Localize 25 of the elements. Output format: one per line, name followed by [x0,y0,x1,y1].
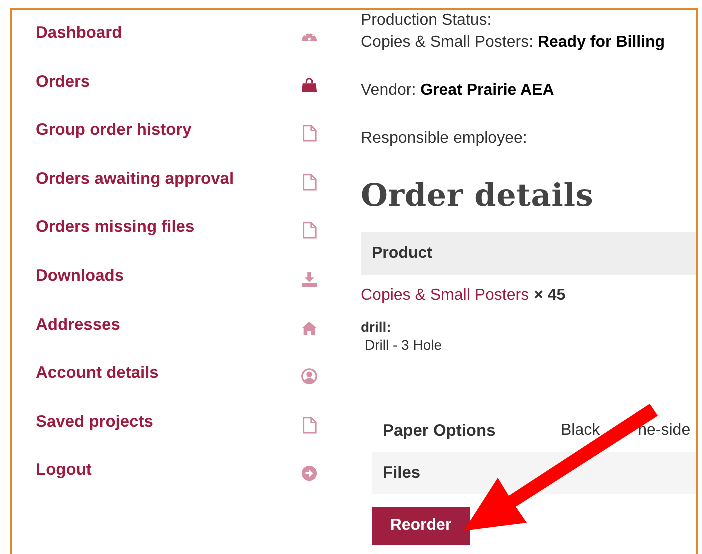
table-cell-text: Files [383,464,422,482]
table-cell: ne-side [638,422,691,440]
meta-label: drill: [361,319,392,335]
reorder-button[interactable]: Reorder [372,507,470,545]
status-label: Production Status: [361,11,493,31]
quantity-text: × 45 [534,287,566,304]
sidebar-item[interactable]: Orders missing files [36,216,318,265]
table-cell: Black [561,422,600,440]
status-text: Copies & Small Posters: Ready for Billing [361,33,666,53]
sidebar-item[interactable]: Group order history [36,119,318,168]
table-header: Product [361,232,696,275]
table-cell-text: Paper Options [383,422,497,440]
sidebar-item[interactable]: Orders [36,70,318,120]
employee-label: Responsible employee: [361,129,528,149]
section-heading: Order details [361,178,595,214]
sidebar-item[interactable]: Orders awaiting approval [36,168,318,216]
sidebar-item[interactable]: Dashboard [36,22,318,71]
sidebar-item[interactable]: Addresses [36,314,318,362]
meta-value: Drill - 3 Hole [365,337,444,353]
sidebar-item[interactable]: Saved projects [36,410,318,460]
sidebar-item[interactable]: Downloads [36,264,318,314]
sidebar-item[interactable]: Logout [36,459,318,508]
sidebar-item[interactable]: Account details [36,362,318,411]
product-link[interactable]: Copies & Small Posters [361,287,530,304]
vendor-text: Vendor: Great Prairie AEA [361,81,556,101]
